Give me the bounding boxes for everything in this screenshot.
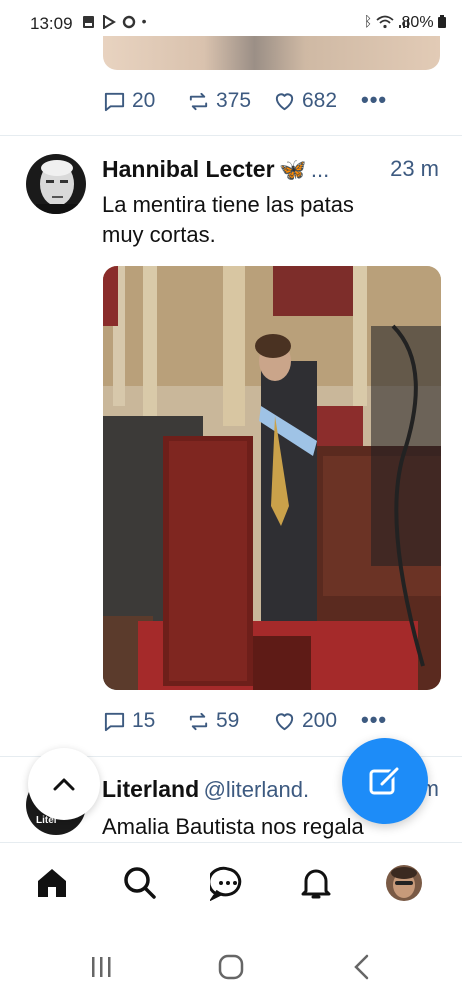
post-actions: 15 59 200 ••• <box>103 707 443 735</box>
repost-count: 375 <box>216 89 252 112</box>
like-count: 682 <box>302 89 338 112</box>
back-icon[interactable] <box>352 954 370 980</box>
post-header: Hannibal Lecter 🦋 ... 23 m <box>102 156 447 188</box>
chevron-up-icon <box>53 778 75 791</box>
bell-icon <box>301 869 331 899</box>
sync-icon <box>122 16 135 29</box>
notification-icons: • <box>82 13 149 31</box>
system-nav-bar <box>0 926 462 1000</box>
avatar[interactable] <box>26 154 86 214</box>
repost-button[interactable]: 375 <box>187 87 251 115</box>
like-button[interactable]: 682 <box>273 87 337 115</box>
home-icon <box>38 869 66 897</box>
post-divider <box>0 135 462 136</box>
bottom-nav <box>0 842 462 927</box>
more-options-button[interactable]: ••• <box>361 87 387 113</box>
reply-count: 15 <box>132 709 156 732</box>
play-icon <box>102 14 116 31</box>
heart-icon <box>275 92 294 110</box>
nav-profile[interactable] <box>384 863 424 903</box>
reply-icon <box>104 712 125 731</box>
nav-search[interactable] <box>120 863 160 903</box>
like-count: 200 <box>302 709 338 732</box>
nav-chat[interactable] <box>208 863 248 903</box>
profile-avatar <box>386 865 422 901</box>
recent-apps-icon[interactable] <box>90 956 114 978</box>
reply-icon <box>104 92 125 111</box>
post-text-line: muy cortas. <box>102 222 216 247</box>
reply-button[interactable]: 20 <box>103 87 155 115</box>
battery-icon <box>438 15 446 28</box>
heart-icon <box>275 712 294 730</box>
like-button[interactable]: 200 <box>273 707 337 735</box>
butterfly-emoji: 🦋 <box>279 157 307 182</box>
nav-home[interactable] <box>32 863 72 903</box>
repost-button[interactable]: 59 <box>187 707 239 735</box>
previous-post-actions: 20 375 682 ••• <box>103 87 443 115</box>
home-nav-icon[interactable] <box>218 954 244 980</box>
more-options-button[interactable]: ••• <box>361 707 387 733</box>
dot-icon: • <box>141 13 149 29</box>
author-name[interactable]: Literland <box>102 776 199 802</box>
nav-notifications[interactable] <box>296 863 336 903</box>
author-handle-truncated: ... <box>310 157 330 182</box>
repost-icon <box>189 92 208 110</box>
search-icon <box>124 867 156 899</box>
post-time: 23 m <box>390 156 439 181</box>
reply-count: 20 <box>132 89 156 112</box>
repost-icon <box>189 712 208 730</box>
battery-indicator: 80% <box>402 14 446 32</box>
author-name[interactable]: Hannibal Lecter <box>102 156 275 182</box>
repost-count: 59 <box>216 709 240 732</box>
post-text-line: La mentira tiene las patas <box>102 192 354 217</box>
pdf-icon <box>83 16 94 29</box>
wifi-icon <box>376 15 394 29</box>
scroll-to-top-button[interactable] <box>28 748 100 820</box>
battery-level: 80% <box>401 14 434 31</box>
reply-button[interactable]: 15 <box>103 707 155 735</box>
chat-icon <box>210 866 242 901</box>
compose-icon <box>369 766 400 795</box>
post-text: La mentira tiene las patas muy cortas. <box>102 190 442 250</box>
author-handle: @literland. <box>203 777 310 802</box>
compose-button[interactable] <box>342 738 428 824</box>
previous-post-image[interactable] <box>103 36 440 70</box>
bluetooth-icon: ᛒ <box>363 13 373 29</box>
post-image[interactable] <box>103 266 441 690</box>
status-time: 13:09 <box>30 14 73 33</box>
